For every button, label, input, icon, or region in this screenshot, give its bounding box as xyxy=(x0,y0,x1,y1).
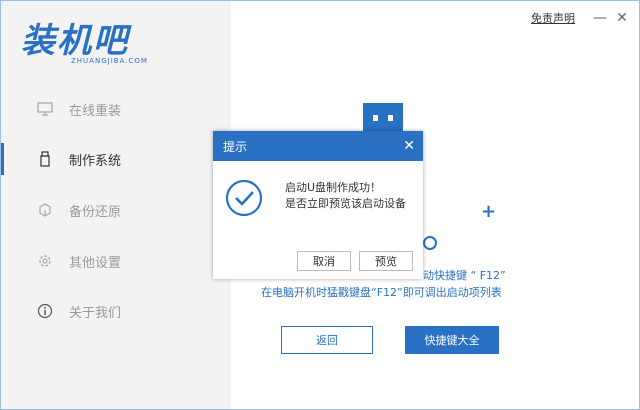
sidebar-item-other-settings[interactable]: 其他设置 xyxy=(1,241,231,281)
minimize-button[interactable]: — xyxy=(589,7,611,29)
dialog-message-line1: 启动U盘制作成功！ xyxy=(285,181,382,194)
prompt-dialog: 提示 ✕ 启动U盘制作成功！ 是否立即预览该启动设备 取消 预览 xyxy=(213,131,423,279)
circle-icon xyxy=(423,236,437,250)
app-window: 装机吧 ZHUANGJIBA.COM 在线重装 制作系统 备份还原 其他设置 关… xyxy=(0,0,640,410)
sidebar-item-label: 在线重装 xyxy=(69,103,122,119)
active-indicator xyxy=(1,143,4,175)
sidebar-item-online-reinstall[interactable]: 在线重装 xyxy=(1,89,231,129)
cancel-button[interactable]: 取消 xyxy=(297,251,351,271)
logo-subtitle: ZHUANGJIBA.COM xyxy=(71,57,148,65)
backup-icon xyxy=(37,202,53,218)
monitor-icon xyxy=(37,101,53,117)
hint-text-line1: 动快捷键 “ F12” xyxy=(423,269,506,282)
info-icon xyxy=(37,303,53,319)
logo: 装机吧 xyxy=(21,21,129,61)
window-controls: 免责声明 — ✕ xyxy=(531,1,639,35)
sidebar-item-backup-restore[interactable]: 备份还原 xyxy=(1,190,231,230)
plus-icon: + xyxy=(481,201,497,222)
preview-button[interactable]: 预览 xyxy=(359,251,413,271)
sidebar-item-make-system[interactable]: 制作系统 xyxy=(1,139,231,179)
sidebar-item-about-us[interactable]: 关于我们 xyxy=(1,291,231,331)
close-icon[interactable]: ✕ xyxy=(403,138,415,154)
shortcut-keys-button[interactable]: 快捷键大全 xyxy=(405,326,499,354)
dialog-header: 提示 ✕ xyxy=(213,131,423,161)
disclaimer-link[interactable]: 免责声明 xyxy=(531,10,575,26)
sidebar: 装机吧 ZHUANGJIBA.COM 在线重装 制作系统 备份还原 其他设置 关… xyxy=(1,1,231,409)
sidebar-item-label: 备份还原 xyxy=(69,204,122,220)
dialog-message-line2: 是否立即预览该启动设备 xyxy=(285,197,406,210)
gear-icon xyxy=(37,253,53,269)
usb-drive-icon xyxy=(37,151,53,167)
close-button[interactable]: ✕ xyxy=(611,7,633,29)
sidebar-item-label: 关于我们 xyxy=(69,305,122,321)
sidebar-item-label: 制作系统 xyxy=(69,153,122,169)
hint-text-line2: 在电脑开机时猛戳键盘“F12”即可调出启动项列表 xyxy=(261,286,502,299)
sidebar-item-label: 其他设置 xyxy=(69,255,122,271)
checkmark-icon xyxy=(225,179,263,217)
usb-illustration-icon xyxy=(363,103,403,135)
back-button[interactable]: 返回 xyxy=(281,326,373,354)
dialog-title: 提示 xyxy=(223,139,248,154)
